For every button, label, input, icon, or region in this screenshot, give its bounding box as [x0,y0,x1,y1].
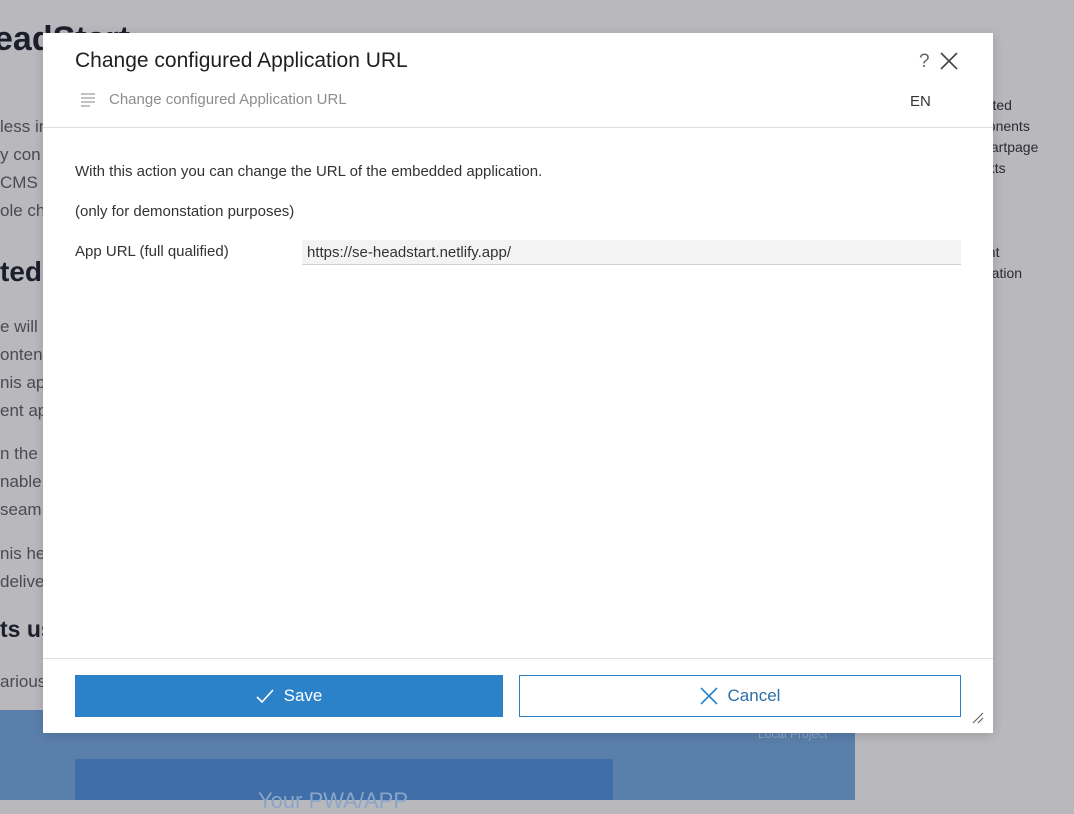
breadcrumb: Change configured Application URL [109,91,347,108]
app-url-label: App URL (full qualified) [75,243,229,260]
body-text-line: seam [0,500,42,519]
body-text-line: onten [0,345,43,364]
body-text-line: less in [0,117,49,136]
body-text-line: nable [0,472,42,491]
dialog-note: (only for demonstation purposes) [75,203,295,220]
app-url-input[interactable] [302,240,961,265]
app-preview-title: Your PWA/APP [258,788,408,813]
header-divider [43,127,993,128]
resize-handle-icon[interactable] [972,712,984,724]
dialog-title: Change configured Application URL [75,49,408,72]
help-icon[interactable]: ? [919,51,930,73]
body-text-line: e will [0,317,38,336]
save-button-label: Save [283,686,323,705]
body-text-line: y con [0,145,41,164]
close-icon[interactable] [939,51,959,71]
save-button[interactable]: Save [75,675,503,717]
body-text-line: nis ap [0,373,46,392]
cancel-button[interactable]: Cancel [519,675,961,717]
document-icon [81,93,95,107]
dialog-description: With this action you can change the URL … [75,163,543,180]
cancel-button-label: Cancel [727,686,781,705]
section-heading: ted [0,256,42,287]
change-url-dialog: Change configured Application URL ? Chan… [43,33,993,733]
body-text-line: arious [0,672,47,691]
language-selector[interactable]: EN [910,93,931,110]
close-icon [699,687,718,705]
body-text-line: delive [0,572,45,591]
body-text-line: nis he [0,544,46,563]
checkmark-icon [256,689,274,703]
body-text-line: ent ap [0,401,48,420]
footer-divider [43,658,993,659]
body-text-line: ole ch [0,201,46,220]
